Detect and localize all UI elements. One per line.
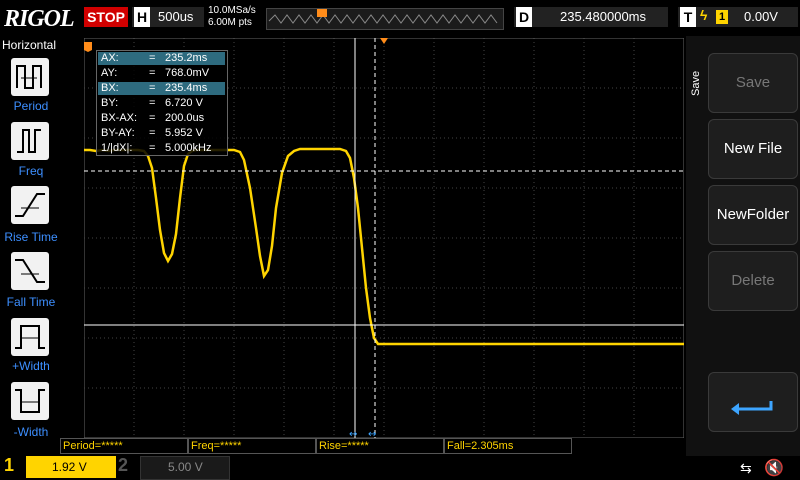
readout-value: 235.4ms <box>165 82 208 94</box>
new-file-button[interactable]: New File <box>708 119 798 179</box>
period-icon[interactable] <box>11 58 49 96</box>
cursor-readout-panel: AX: = 235.2ms AY: = 768.0mV BX: = 235.4m… <box>96 50 228 156</box>
rise-measurement: Rise=***** <box>316 438 444 454</box>
channel-1-number[interactable]: 1 <box>4 455 14 476</box>
negative-width-label: -Width <box>13 425 49 439</box>
positive-width-icon[interactable] <box>11 318 49 356</box>
speaker-mute-icon[interactable]: 🔇 <box>764 458 784 478</box>
cursor-b-arrow-icon: ↔ <box>368 429 376 438</box>
readout-eq: = <box>149 112 156 124</box>
freq-measurement: Freq=***** <box>188 438 316 454</box>
readout-key: BY-AY: <box>101 127 135 139</box>
trigger-position-marker <box>380 38 388 44</box>
horizontal-label: H <box>134 7 150 27</box>
timebase-value: 500us <box>158 9 194 24</box>
readout-eq: = <box>149 67 156 79</box>
positive-width-label: +Width <box>12 359 50 373</box>
readout-eq: = <box>149 52 156 64</box>
delay-value: 235.480000ms <box>560 9 647 24</box>
sample-rate: 10.0MSa/s <box>208 5 256 16</box>
freq-label: Freq <box>18 164 44 178</box>
fall-time-label: Fall Time <box>6 295 56 309</box>
negative-width-icon[interactable] <box>11 382 49 420</box>
readout-value: 5.000kHz <box>165 142 212 154</box>
readout-value: 6.720 V <box>165 97 203 109</box>
period-measurement: Period=***** <box>60 438 188 454</box>
memory-start-marker <box>84 42 92 52</box>
channel-2-scale: 5.00 V <box>168 460 203 474</box>
readout-eq: = <box>149 82 156 94</box>
readout-key: AX: <box>101 52 119 64</box>
readout-eq: = <box>149 127 156 139</box>
new-folder-button[interactable]: NewFolder <box>708 185 798 245</box>
trigger-box[interactable] <box>678 7 798 27</box>
rise-time-label: Rise Time <box>4 230 58 244</box>
fall-measurement: Fall=2.305ms <box>444 438 572 454</box>
readout-key: 1/|dX|: <box>101 142 133 154</box>
memory-position-strip[interactable] <box>266 8 504 30</box>
channel-2-number[interactable]: 2 <box>118 455 128 476</box>
memory-depth: 6.00M pts <box>208 17 252 28</box>
back-button[interactable] <box>708 372 798 432</box>
trigger-label: T <box>680 7 696 27</box>
readout-key: BX-AX: <box>101 112 138 124</box>
readout-key: BX: <box>101 82 119 94</box>
measure-menu-title: Horizontal <box>2 38 57 52</box>
save-menu-title: Save <box>690 70 702 96</box>
memory-overview-wave <box>268 14 498 24</box>
channel-1-scale: 1.92 V <box>52 460 87 474</box>
trigger-source: 1 <box>716 10 728 24</box>
trigger-edge-icon: ϟ <box>700 7 708 23</box>
cursor-a-arrow-icon: ↔ <box>349 429 357 438</box>
delay-label: D <box>516 7 532 27</box>
period-label: Period <box>13 99 49 113</box>
readout-value: 768.0mV <box>165 67 210 79</box>
freq-icon[interactable] <box>11 122 49 160</box>
rigol-logo: RIGOL <box>4 6 75 32</box>
readout-key: BY: <box>101 97 119 109</box>
run-stop-indicator[interactable]: STOP <box>84 7 128 27</box>
rise-time-icon[interactable] <box>11 186 49 224</box>
fall-time-icon[interactable] <box>11 252 49 290</box>
readout-value: 200.0us <box>165 112 205 124</box>
readout-eq: = <box>149 142 156 154</box>
readout-value: 5.952 V <box>165 127 203 139</box>
trigger-level: 0.00V <box>744 9 778 24</box>
save-button[interactable]: Save <box>708 53 798 113</box>
delete-button[interactable]: Delete <box>708 251 798 311</box>
usb-icon: ⇆ <box>740 460 752 476</box>
readout-eq: = <box>149 97 156 109</box>
readout-key: AY: <box>101 67 118 79</box>
return-arrow-icon <box>731 401 773 415</box>
readout-value: 235.2ms <box>165 52 208 64</box>
memory-window-marker <box>317 9 327 17</box>
